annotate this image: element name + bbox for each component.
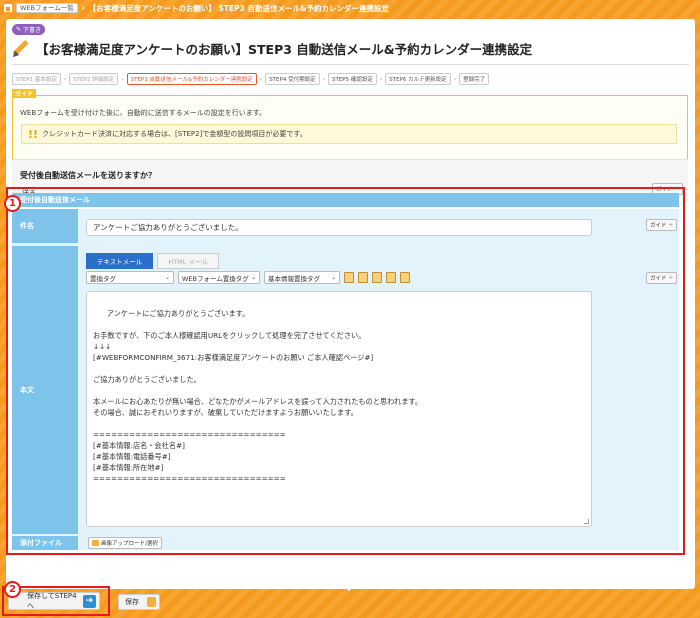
image-icon <box>92 540 99 546</box>
body-text: アンケートにご協力ありがとうございます。 お手数ですが、下のご本人様確認用URL… <box>93 309 423 483</box>
step-navigation: STEP1 基本設定 › STEP2 詳細設定 › STEP3 自動送信メール&… <box>12 73 490 85</box>
draft-icon: ✎ <box>16 26 22 33</box>
insert-calendar-icon[interactable] <box>400 272 410 283</box>
chevron-down-icon: ⌄ <box>250 274 256 281</box>
annotation-marker-1: 1 <box>4 195 21 212</box>
save-and-next-button[interactable]: 保存してSTEP4へ ➔ <box>8 592 100 610</box>
insert-tag-icon[interactable] <box>344 272 354 283</box>
save-button-label: 保存 <box>125 598 139 606</box>
draft-badge-label: 下書き <box>23 27 42 34</box>
body-textarea[interactable]: アンケートにご協力ありがとうございます。 お手数ですが、下のご本人様確認用URL… <box>86 291 592 527</box>
save-button[interactable]: 保存 <box>118 594 160 610</box>
guide-button-label: ガイド <box>650 223 667 229</box>
tab-text-mail[interactable]: テキストメール <box>86 253 154 269</box>
send-question-label: 受付後自動送信メールを送りますか？ <box>20 171 156 180</box>
step-separator: › <box>121 75 124 83</box>
body-label-text: 本文 <box>20 386 34 394</box>
home-icon[interactable] <box>4 4 12 12</box>
chevron-down-icon: ⌄ <box>164 274 170 281</box>
lock-icon <box>147 597 156 607</box>
pencil-icon <box>10 39 30 59</box>
tab-html-mail[interactable]: HTML メール <box>157 253 219 269</box>
guide-box: ガイド WEBフォームを受け付けた後に、自動的に送信するメールの設定を行います。… <box>12 89 688 169</box>
auto-mail-highlight-frame: 受付後自動送信メール 件名 本文 添付ファイル アンケートご協力ありがとうござい… <box>6 187 685 555</box>
upload-button-label: 画像アップロード/選択 <box>101 541 158 547</box>
body-label: 本文 <box>12 246 78 534</box>
step-4[interactable]: STEP4 受付期設定 <box>265 73 320 85</box>
step-3-current[interactable]: STEP3 自動送信メール&予約カレンダー連携設定 <box>126 73 257 85</box>
guide-button-body[interactable]: ガイド + <box>646 272 678 284</box>
breadcrumb-separator: › <box>81 4 85 12</box>
subject-label: 件名 <box>12 209 78 243</box>
step-separator: › <box>63 75 67 83</box>
insert-image-icon[interactable] <box>372 272 382 283</box>
credit-card-notice: !! クレジットカード決済に対応する場合は、[STEP2]で金額型の設問項目が必… <box>21 124 677 144</box>
guide-button-label: ガイド <box>650 276 667 282</box>
basic-info-tag-select[interactable]: 基本情報置換タグ ⌄ <box>264 271 340 284</box>
guide-text: WEBフォームを受け付けた後に、自動的に送信するメールの設定を行います。 <box>20 109 267 117</box>
dropdown-label: WEBフォーム置換タグ <box>182 274 249 283</box>
tag-toolbar: 置換タグ ⌄ WEBフォーム置換タグ ⌄ 基本情報置換タグ ⌄ <box>86 271 410 284</box>
panel-notch <box>344 586 354 591</box>
next-button-label: 保存してSTEP4へ <box>27 592 77 610</box>
step-separator: › <box>379 75 383 83</box>
step-separator: › <box>259 75 263 83</box>
plus-icon: + <box>668 222 674 228</box>
page-title: 【お客様満足度アンケートのお願い】STEP3 自動送信メール&予約カレンダー連携… <box>36 42 533 57</box>
webform-tag-select[interactable]: WEBフォーム置換タグ ⌄ <box>178 271 260 284</box>
step-1[interactable]: STEP1 基本設定 <box>12 73 61 85</box>
guide-tag: ガイド <box>12 89 37 98</box>
step-complete[interactable]: 登録完了 <box>459 73 490 85</box>
mail-format-tabs: テキストメール HTML メール <box>86 253 219 269</box>
step-5[interactable]: STEP5 確認設定 <box>327 73 377 85</box>
chevron-down-icon: ⌄ <box>330 274 336 281</box>
insert-link-icon[interactable] <box>358 272 368 283</box>
step-separator: › <box>453 75 457 83</box>
plus-icon: + <box>668 275 674 281</box>
annotation-marker-2: 2 <box>4 581 21 598</box>
title-row: 【お客様満足度アンケートのお願い】STEP3 自動送信メール&予約カレンダー連携… <box>10 39 533 59</box>
notice-text: クレジットカード決済に対応する場合は、[STEP2]で金額型の設問項目が必要です… <box>42 130 307 138</box>
warning-icon: !! <box>28 127 39 141</box>
step-separator: › <box>322 75 325 83</box>
guide-button-subject[interactable]: ガイド + <box>646 219 678 231</box>
top-breadcrumb-bar: WEBフォーム一覧 › 【お客様満足度アンケートのお願い】 STEP3 自動送信… <box>0 0 700 16</box>
step-6[interactable]: STEP6 カルテ更新設定 <box>385 73 451 85</box>
auto-mail-header: 受付後自動送信メール <box>12 193 679 207</box>
breadcrumb-current: 【お客様満足度アンケートのお願い】 STEP3 自動送信メール&予約カレンダー連… <box>88 3 390 13</box>
divider <box>12 64 689 65</box>
insert-file-icon[interactable] <box>386 272 396 283</box>
replace-tag-select[interactable]: 置換タグ ⌄ <box>86 271 174 284</box>
resize-handle[interactable] <box>584 519 589 524</box>
subject-input[interactable]: アンケートご協力ありがとうございました。 <box>86 219 592 236</box>
draft-badge: ✎ 下書き <box>12 24 46 35</box>
auto-mail-form: 件名 本文 添付ファイル アンケートご協力ありがとうございました。 ガイド + … <box>12 209 679 550</box>
dropdown-label: 基本情報置換タグ <box>268 274 320 283</box>
image-upload-button[interactable]: 画像アップロード/選択 <box>88 537 162 549</box>
breadcrumb-form-list[interactable]: WEBフォーム一覧 <box>16 3 78 13</box>
attachment-label: 添付ファイル <box>12 536 78 550</box>
dropdown-label: 置換タグ <box>90 274 116 283</box>
step-2[interactable]: STEP2 詳細設定 <box>69 73 119 85</box>
arrow-right-icon: ➔ <box>83 594 96 608</box>
